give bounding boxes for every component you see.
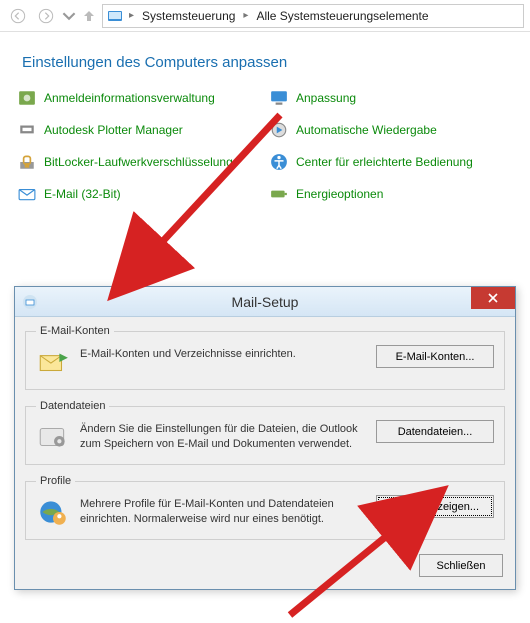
disc-play-icon bbox=[270, 121, 288, 139]
toolbar: ▸ Systemsteuerung ▸ Alle Systemsteuerung… bbox=[0, 0, 530, 32]
group-email-accounts: E-Mail-Konten E-Mail-Konten und Verzeich… bbox=[25, 325, 505, 390]
cp-item-label: BitLocker-Laufwerkverschlüsselung bbox=[44, 155, 233, 169]
dialog-title: Mail-Setup bbox=[232, 294, 299, 310]
cp-item-label: Center für erleichterte Bedienung bbox=[296, 155, 473, 169]
arrow-right-icon bbox=[38, 8, 54, 24]
globe-user-icon bbox=[36, 495, 70, 529]
cp-item-label: Automatische Wiedergabe bbox=[296, 123, 437, 137]
control-panel-icon bbox=[107, 8, 123, 24]
group-description: E-Mail-Konten und Verzeichnisse einricht… bbox=[80, 345, 366, 362]
cp-item-autoplay[interactable]: Automatische Wiedergabe bbox=[270, 121, 512, 139]
group-data-files: Datendateien Ändern Sie die Einstellunge… bbox=[25, 400, 505, 465]
accessibility-icon bbox=[270, 153, 288, 171]
cp-item-credentials[interactable]: Anmeldeinformationsverwaltung bbox=[18, 89, 260, 107]
show-profiles-button[interactable]: Profile anzeigen... bbox=[376, 495, 494, 518]
chevron-right-icon: ▸ bbox=[127, 10, 136, 21]
mail-app-icon bbox=[21, 293, 39, 311]
arrow-left-icon bbox=[10, 8, 26, 24]
cp-item-label: Anmeldeinformationsverwaltung bbox=[44, 91, 215, 105]
battery-icon bbox=[270, 185, 288, 203]
breadcrumb-segment[interactable]: Alle Systemsteuerungselemente bbox=[254, 9, 430, 23]
cp-item-autodesk-plotter[interactable]: Autodesk Plotter Manager bbox=[18, 121, 260, 139]
group-legend: Profile bbox=[36, 475, 75, 487]
chevron-down-icon bbox=[62, 8, 76, 24]
cp-item-bitlocker[interactable]: BitLocker-Laufwerkverschlüsselung bbox=[18, 153, 260, 171]
recent-dropdown[interactable] bbox=[62, 4, 76, 28]
group-description: Mehrere Profile für E-Mail-Konten und Da… bbox=[80, 495, 366, 527]
monitor-icon bbox=[270, 89, 288, 107]
email-accounts-button[interactable]: E-Mail-Konten... bbox=[376, 345, 494, 368]
cp-item-ease-of-access[interactable]: Center für erleichterte Bedienung bbox=[270, 153, 512, 171]
back-button[interactable] bbox=[6, 4, 30, 28]
mail-icon bbox=[18, 185, 36, 203]
cp-item-email[interactable]: E-Mail (32-Bit) bbox=[18, 185, 260, 203]
breadcrumb-segment[interactable]: Systemsteuerung bbox=[140, 9, 237, 23]
cp-item-label: Anpassung bbox=[296, 91, 356, 105]
group-legend: Datendateien bbox=[36, 400, 109, 412]
envelope-send-icon bbox=[36, 345, 70, 379]
safe-icon bbox=[18, 89, 36, 107]
close-icon bbox=[488, 293, 498, 303]
group-description: Ändern Sie die Einstellungen für die Dat… bbox=[80, 420, 366, 452]
mail-setup-dialog: Mail-Setup E-Mail-Konten E-Mail-Konten u… bbox=[14, 286, 516, 590]
cp-item-personalization[interactable]: Anpassung bbox=[270, 89, 512, 107]
control-panel-grid: Anmeldeinformationsverwaltung Anpassung … bbox=[0, 89, 530, 203]
cp-item-label: Autodesk Plotter Manager bbox=[44, 123, 183, 137]
forward-button[interactable] bbox=[34, 4, 58, 28]
lock-drive-icon bbox=[18, 153, 36, 171]
group-profiles: Profile Mehrere Profile für E-Mail-Konte… bbox=[25, 475, 505, 540]
dialog-titlebar[interactable]: Mail-Setup bbox=[15, 287, 515, 317]
dialog-body: E-Mail-Konten E-Mail-Konten und Verzeich… bbox=[15, 317, 515, 589]
close-dialog-button[interactable]: Schließen bbox=[419, 554, 503, 577]
cp-item-power[interactable]: Energieoptionen bbox=[270, 185, 512, 203]
page-title: Einstellungen des Computers anpassen bbox=[0, 32, 530, 89]
arrow-up-icon bbox=[81, 8, 97, 24]
plotter-icon bbox=[18, 121, 36, 139]
up-button[interactable] bbox=[80, 4, 98, 28]
breadcrumb[interactable]: ▸ Systemsteuerung ▸ Alle Systemsteuerung… bbox=[102, 4, 524, 28]
dialog-footer: Schließen bbox=[25, 550, 505, 577]
close-button[interactable] bbox=[471, 287, 515, 309]
folder-gear-icon bbox=[36, 420, 70, 454]
cp-item-label: E-Mail (32-Bit) bbox=[44, 187, 121, 201]
cp-item-label: Energieoptionen bbox=[296, 187, 383, 201]
chevron-right-icon: ▸ bbox=[241, 10, 250, 21]
data-files-button[interactable]: Datendateien... bbox=[376, 420, 494, 443]
group-legend: E-Mail-Konten bbox=[36, 325, 114, 337]
